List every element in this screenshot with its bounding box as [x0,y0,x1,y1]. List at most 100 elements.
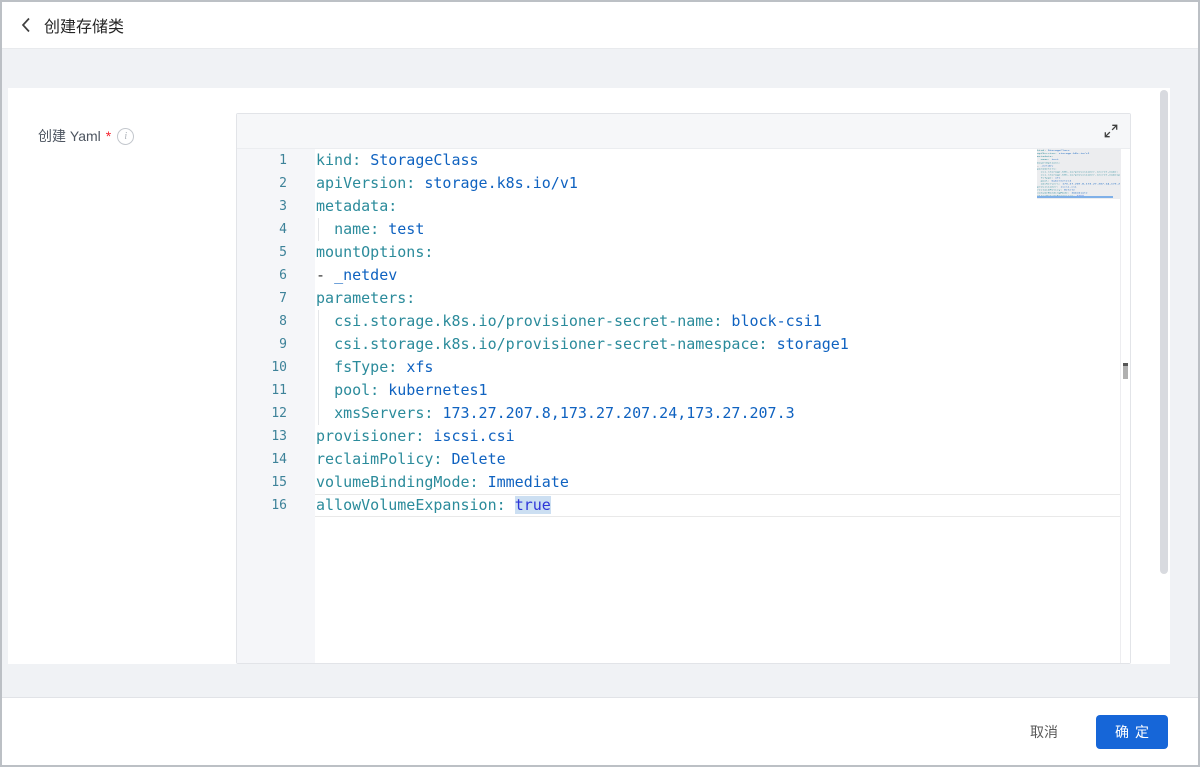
code-line: pool: kubernetes1 [315,379,1130,402]
editor-scrollbar[interactable] [1120,149,1130,663]
code-token: - [316,266,334,284]
code-line: allowVolumeExpansion: true [315,494,1130,517]
code-token [379,220,388,238]
code-line: volumeBindingMode: Immediate [315,471,1130,494]
yaml-field-label-row: 创建 Yaml * i [38,126,134,146]
expand-icon [1103,123,1119,139]
code-token: apiVersion: [316,174,415,192]
line-number: 1 [237,149,315,172]
line-number: 16 [237,494,315,517]
code-line: xmsServers: 173.27.207.8,173.27.207.24,1… [315,402,1130,425]
line-number: 7 [237,287,315,310]
code-line: provisioner: iscsi.csi [315,425,1130,448]
code-token: reclaimPolicy: [316,450,442,468]
line-number: 3 [237,195,315,218]
confirm-button[interactable]: 确定 [1096,715,1168,749]
code-token: true [515,496,551,514]
minimap-selection-line [1037,196,1113,198]
code-token: csi.storage.k8s.io/provisioner-secret-na… [334,312,722,330]
line-number: 14 [237,448,315,471]
minimap[interactable]: kind: StorageClassapiVersion: storage.k8… [1037,149,1121,663]
code-line: - _netdev [315,264,1130,287]
code-token: fsType: [334,358,397,376]
line-number: 13 [237,425,315,448]
line-number-gutter: 12345678910111213141516 [237,149,315,663]
code-token: metadata: [316,197,397,215]
indent-guide [318,310,319,333]
back-button[interactable] [12,11,40,39]
code-line: csi.storage.k8s.io/provisioner-secret-na… [315,333,1130,356]
code-line: mountOptions: [315,241,1130,264]
create-storage-class-page: 创建存储类 创建 Yaml * i [0,0,1200,767]
code-token: provisioner: [316,427,424,445]
line-number: 9 [237,333,315,356]
code-token: kubernetes1 [388,381,487,399]
yaml-editor[interactable]: 12345678910111213141516 kind: StorageCla… [236,113,1131,664]
code-line: fsType: xfs [315,356,1130,379]
code-line: kind: StorageClass [315,149,1130,172]
code-line: csi.storage.k8s.io/provisioner-secret-na… [315,310,1130,333]
code-token: Delete [451,450,505,468]
indent-guide [318,402,319,425]
yaml-field-label: 创建 Yaml [38,126,101,146]
code-token: 173.27.207.8,173.27.207.24,173.27.207.3 [442,404,794,422]
line-number: 6 [237,264,315,287]
overview-ruler-marker [1123,363,1128,379]
line-number: 2 [237,172,315,195]
code-token [768,335,777,353]
code-token: name: [334,220,379,238]
code-token: allowVolumeExpansion: [316,496,506,514]
code-token: csi.storage.k8s.io/provisioner-secret-na… [334,335,767,353]
code-token [479,473,488,491]
editor-toolbar [237,114,1130,149]
code-token: Immediate [488,473,569,491]
line-number: 4 [237,218,315,241]
line-number: 10 [237,356,315,379]
line-number: 8 [237,310,315,333]
code-token: xmsServers: [334,404,433,422]
cancel-button[interactable]: 取消 [1024,721,1064,743]
code-area[interactable]: kind: StorageClassapiVersion: storage.k8… [315,149,1130,663]
code-token: xfs [406,358,433,376]
code-token: mountOptions: [316,243,433,261]
chevron-left-icon [20,16,32,34]
indent-guide [318,218,319,241]
footer-action-bar: 取消 确定 [2,697,1198,765]
indent-guide [318,356,319,379]
line-number: 5 [237,241,315,264]
code-token: block-csi1 [731,312,821,330]
code-token: _netdev [334,266,397,284]
code-token: storage.k8s.io/v1 [424,174,578,192]
code-line: apiVersion: storage.k8s.io/v1 [315,172,1130,195]
code-token: kind: [316,151,361,169]
fullscreen-button[interactable] [1102,122,1120,140]
indent-guide [318,333,319,356]
code-line: name: test [315,218,1130,241]
page-title: 创建存储类 [44,13,124,37]
info-icon[interactable]: i [117,128,134,145]
code-token: pool: [334,381,379,399]
editor-body: 12345678910111213141516 kind: StorageCla… [237,149,1130,663]
code-token: volumeBindingMode: [316,473,479,491]
code-line: reclaimPolicy: Delete [315,448,1130,471]
code-line: metadata: [315,195,1130,218]
line-number: 15 [237,471,315,494]
code-token: storage1 [777,335,849,353]
form-panel: 创建 Yaml * i 12 3456789 1 [8,88,1170,664]
code-token [361,151,370,169]
required-asterisk: * [106,128,111,144]
line-number: 11 [237,379,315,402]
code-token: test [388,220,424,238]
page-header: 创建存储类 [2,2,1198,49]
line-number: 12 [237,402,315,425]
indent-guide [318,379,319,402]
code-token [379,381,388,399]
code-token: storage.k8s.io/v1 [1059,152,1090,154]
code-token: iscsi.csi [433,427,514,445]
code-token [397,358,406,376]
code-token: parameters: [316,289,415,307]
code-token: StorageClass [370,151,478,169]
page-scrollbar-thumb[interactable] [1160,90,1168,574]
minimap-code: kind: StorageClassapiVersion: storage.k8… [1037,149,1121,198]
code-line: parameters: [315,287,1130,310]
